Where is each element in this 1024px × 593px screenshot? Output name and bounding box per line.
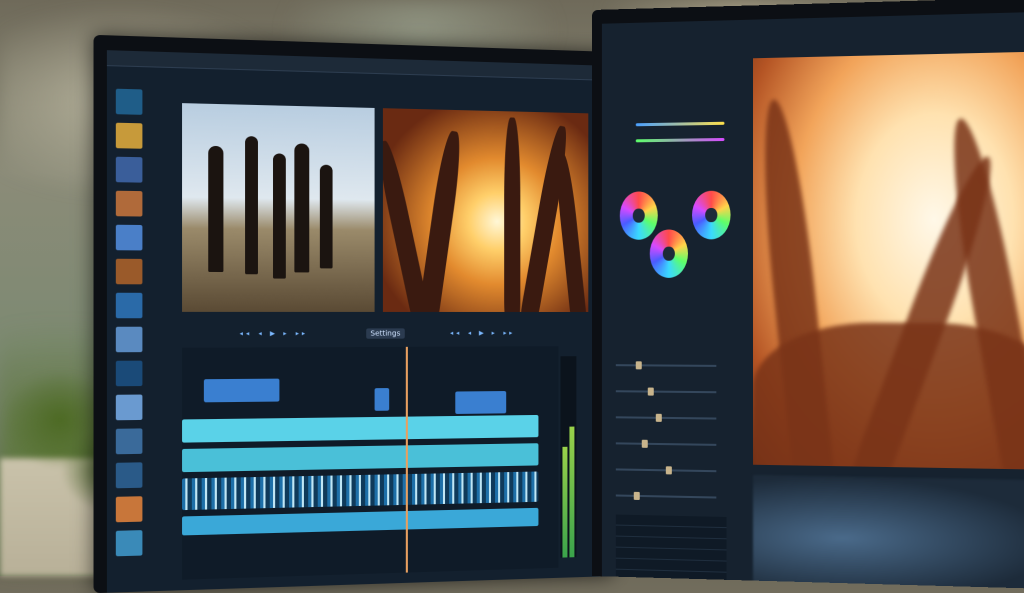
- media-thumbnail[interactable]: [115, 462, 143, 489]
- crowd-silhouette: [753, 322, 1024, 470]
- slider-knob[interactable]: [647, 387, 654, 396]
- effects-list[interactable]: [615, 514, 727, 589]
- media-thumbnail[interactable]: [115, 224, 143, 251]
- slider-knob[interactable]: [641, 439, 648, 448]
- slider-knob[interactable]: [665, 466, 672, 475]
- adjustment-slider[interactable]: [615, 466, 717, 475]
- adjustment-slider[interactable]: [615, 413, 717, 422]
- left-monitor: ◂◂ ◂ ▶ ▸ ▸▸ Settings ◂◂ ◂ ▶ ▸ ▸▸: [93, 34, 615, 593]
- color-grading-viewer[interactable]: [753, 51, 1024, 470]
- slider-knob[interactable]: [655, 413, 662, 422]
- person-silhouette: [245, 136, 258, 275]
- media-thumbnail[interactable]: [115, 360, 143, 387]
- person-silhouette: [294, 143, 310, 273]
- timeline-panel[interactable]: [182, 346, 559, 580]
- adjustment-slider[interactable]: [615, 491, 717, 500]
- timeline-clip[interactable]: [182, 443, 539, 473]
- audio-meters: [560, 356, 577, 558]
- media-thumbnail[interactable]: [115, 258, 143, 285]
- adjustment-slider[interactable]: [615, 439, 717, 448]
- timeline-clip[interactable]: [455, 391, 507, 414]
- audio-track[interactable]: [182, 507, 539, 536]
- menu-bar[interactable]: [106, 50, 601, 81]
- media-thumbnail[interactable]: [115, 292, 143, 319]
- left-screen: ◂◂ ◂ ▶ ▸ ▸▸ Settings ◂◂ ◂ ▶ ▸ ▸▸: [106, 50, 601, 593]
- media-thumbnail[interactable]: [115, 428, 143, 455]
- raised-hand: [504, 117, 521, 312]
- audio-meter-left: [562, 446, 568, 558]
- right-screen: [601, 11, 1024, 589]
- raised-hand: [417, 129, 465, 312]
- timeline-playhead[interactable]: [405, 346, 408, 573]
- timeline-clip[interactable]: [182, 414, 539, 443]
- media-thumbnail[interactable]: [115, 122, 143, 149]
- color-wheel-icon[interactable]: [619, 191, 658, 240]
- color-slider[interactable]: [635, 121, 725, 127]
- person-silhouette: [319, 164, 333, 269]
- program-transport-controls[interactable]: ◂◂ ◂ ▶ ▸ ▸▸: [449, 328, 514, 338]
- color-slider[interactable]: [635, 137, 725, 143]
- media-thumbnail[interactable]: [115, 190, 143, 217]
- timeline-clip[interactable]: [374, 388, 390, 411]
- adjustment-slider[interactable]: [615, 361, 717, 370]
- source-transport-controls[interactable]: ◂◂ ◂ ▶ ▸ ▸▸: [239, 329, 308, 340]
- source-viewer[interactable]: [182, 103, 375, 312]
- media-thumbnail[interactable]: [115, 326, 143, 353]
- media-thumbnail[interactable]: [115, 530, 143, 557]
- audio-meter-right: [569, 426, 575, 558]
- adjustment-slider[interactable]: [615, 387, 717, 396]
- media-thumbnail[interactable]: [115, 88, 143, 115]
- media-thumbnail[interactable]: [115, 394, 143, 421]
- audio-track[interactable]: [182, 471, 539, 511]
- slider-knob[interactable]: [635, 361, 642, 370]
- program-viewer[interactable]: [382, 108, 589, 312]
- secondary-viewer[interactable]: [753, 474, 1024, 589]
- right-monitor: [592, 0, 1024, 589]
- person-silhouette: [273, 153, 286, 279]
- raised-hand: [553, 152, 588, 312]
- person-silhouette: [208, 145, 224, 273]
- media-thumbnail[interactable]: [115, 156, 143, 183]
- timeline-clip[interactable]: [203, 378, 280, 403]
- color-wheel-icon[interactable]: [649, 229, 688, 278]
- media-bin: [114, 87, 174, 557]
- list-item[interactable]: [615, 569, 727, 584]
- media-thumbnail[interactable]: [115, 496, 143, 523]
- color-wheel-icon[interactable]: [692, 190, 731, 240]
- settings-button[interactable]: Settings: [366, 328, 405, 339]
- slider-knob[interactable]: [633, 491, 640, 500]
